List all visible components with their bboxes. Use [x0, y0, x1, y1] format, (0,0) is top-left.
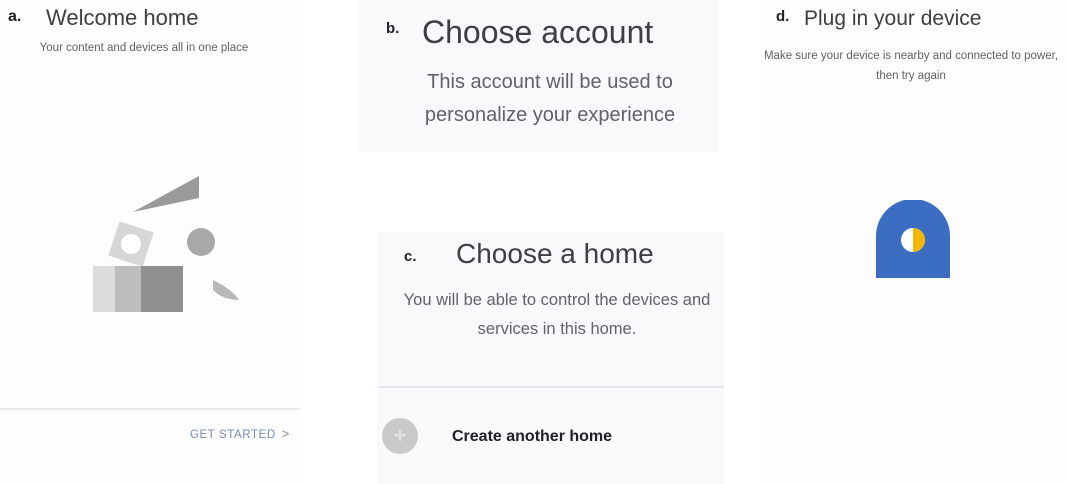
- device-icon: [876, 200, 950, 278]
- panel-label-c: c.: [404, 248, 417, 265]
- get-started-button[interactable]: GET STARTED >: [0, 426, 290, 441]
- footer-divider: [0, 408, 300, 410]
- add-home-button[interactable]: +: [382, 418, 418, 454]
- choose-account-subtitle: This account will be used to personalize…: [424, 71, 676, 126]
- panel-label-a: a.: [8, 8, 22, 25]
- chevron-right-icon: >: [281, 426, 290, 441]
- choose-account-title: Choose account: [422, 14, 654, 50]
- home-list-divider: [378, 386, 724, 388]
- welcome-illustration: [93, 176, 239, 312]
- panel-label-d: d.: [776, 8, 790, 25]
- plug-in-device-screen: d. Plug in your device Make sure your de…: [760, 0, 1069, 484]
- get-started-label: GET STARTED: [189, 429, 276, 441]
- plug-in-title: Plug in your device: [804, 7, 982, 30]
- choose-home-subtitle: You will be able to control the devices …: [403, 291, 711, 338]
- choose-account-screen: b. Choose account This account will be u…: [358, 0, 718, 152]
- create-another-home-label[interactable]: Create another home: [452, 428, 612, 446]
- plug-in-subtitle: Make sure your device is nearby and conn…: [763, 50, 1059, 82]
- choose-home-screen: c. Choose a home You will be able to con…: [378, 232, 724, 484]
- welcome-title: Welcome home: [46, 5, 199, 30]
- choose-home-title: Choose a home: [456, 238, 654, 269]
- welcome-home-screen: a. Welcome home Your content and devices…: [0, 0, 300, 484]
- panel-label-b: b.: [386, 20, 400, 37]
- plus-icon: +: [393, 423, 407, 448]
- welcome-subtitle: Your content and devices all in one plac…: [39, 42, 249, 54]
